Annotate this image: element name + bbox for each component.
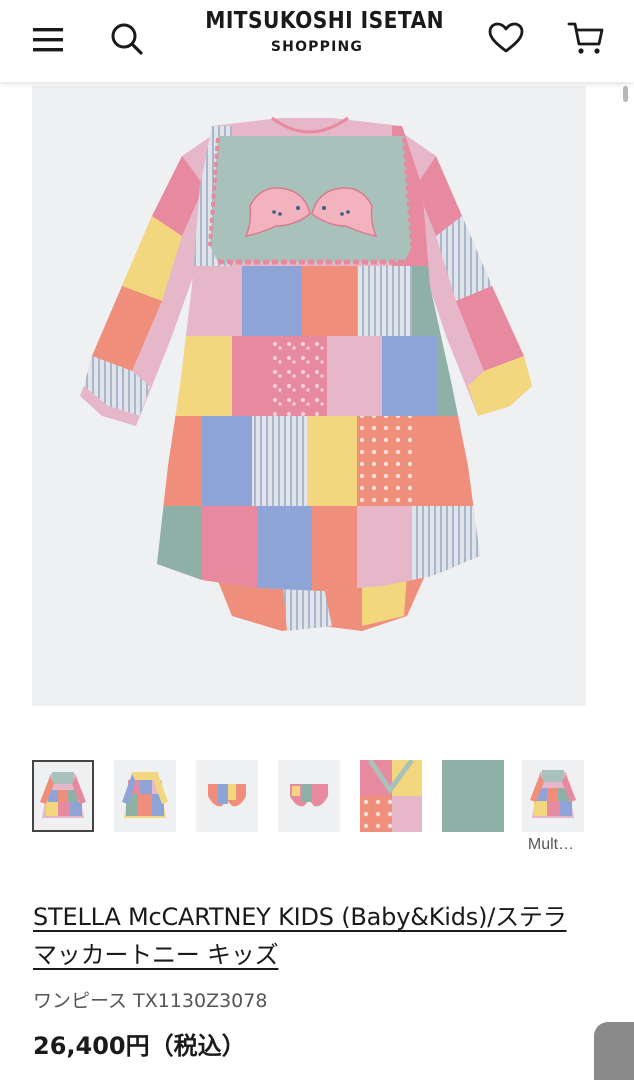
dress-illustration — [80, 116, 532, 631]
cart-icon[interactable] — [563, 16, 609, 60]
thumb-back[interactable] — [114, 760, 176, 832]
floating-action-tab[interactable] — [594, 1022, 634, 1080]
thumb-multi-caption: Mult… — [527, 836, 575, 853]
menu-icon[interactable] — [28, 20, 68, 60]
product-price: 26,400円（税込） — [33, 1032, 246, 1060]
thumb-fabric-detail[interactable] — [360, 760, 422, 832]
main-product-image[interactable] — [32, 86, 586, 706]
heart-icon[interactable] — [484, 16, 528, 60]
search-icon[interactable] — [106, 18, 148, 60]
thumb-front[interactable] — [32, 760, 94, 832]
product-brand-link[interactable]: STELLA McCARTNEY KIDS (Baby&Kids)/ステラ マッ… — [33, 898, 573, 974]
thumb-bloomers-front[interactable] — [196, 760, 258, 832]
product-type-code: ワンピース TX1130Z3078 — [33, 990, 268, 1012]
thumb-color-swatch[interactable] — [442, 760, 504, 832]
scrollbar-track[interactable] — [622, 82, 628, 1080]
thumbnail-strip: Mult… — [32, 760, 592, 853]
thumb-bloomers-back[interactable] — [278, 760, 340, 832]
thumb-multi[interactable] — [522, 760, 584, 832]
brand-title: MITSUKOSHI ISETAN — [205, 8, 445, 34]
brand-logo[interactable]: MITSUKOSHI ISETAN SHOPPING — [190, 8, 444, 55]
scrollbar-thumb[interactable] — [623, 86, 628, 102]
site-header: MITSUKOSHI ISETAN SHOPPING — [0, 0, 634, 82]
brand-subtitle: SHOPPING — [270, 39, 364, 55]
